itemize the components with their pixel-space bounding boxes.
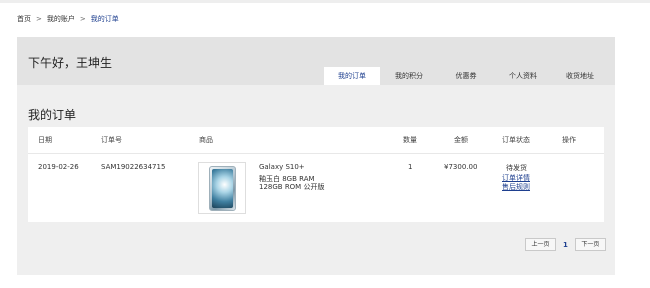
order-quantity: 1 bbox=[408, 163, 413, 171]
order-number: SAM19022634715 bbox=[101, 163, 166, 171]
breadcrumb-separator: > bbox=[36, 15, 42, 23]
product-spec-rom-version: 128GB ROM 公开版 bbox=[259, 183, 325, 191]
order-date: 2019-02-26 bbox=[38, 163, 79, 171]
pagination: 上一页 1 下一页 bbox=[525, 238, 606, 251]
aftersale-rules-link[interactable]: 售后规则 bbox=[502, 182, 530, 192]
orders-section-title: 我的订单 bbox=[28, 108, 77, 122]
header-divider bbox=[28, 153, 604, 154]
breadcrumb-home-link[interactable]: 首页 bbox=[17, 14, 31, 24]
product-name[interactable]: Galaxy S10+ bbox=[259, 163, 305, 171]
phone-image-icon bbox=[209, 166, 236, 211]
order-amount: ¥7300.00 bbox=[444, 163, 478, 171]
tab-addresses[interactable]: 收货地址 bbox=[552, 67, 608, 85]
order-status: 待发货 bbox=[506, 164, 527, 172]
account-tabs: 我的订单 我的积分 优惠券 个人资料 收货地址 bbox=[324, 67, 609, 85]
breadcrumb-current: 我的订单 bbox=[90, 15, 119, 23]
product-thumbnail[interactable] bbox=[198, 162, 246, 214]
breadcrumb: 首页 > 我的账户 > 我的订单 bbox=[17, 14, 119, 24]
column-header-status: 订单状态 bbox=[502, 136, 530, 144]
current-page-number[interactable]: 1 bbox=[563, 241, 568, 249]
column-header-product: 商品 bbox=[199, 136, 213, 144]
column-header-amount: 金额 bbox=[454, 136, 468, 144]
column-header-action: 操作 bbox=[562, 136, 576, 144]
account-header: 下午好，王坤生 我的订单 我的积分 优惠券 个人资料 收货地址 bbox=[17, 37, 615, 85]
breadcrumb-account-link[interactable]: 我的账户 bbox=[47, 14, 75, 24]
top-divider bbox=[0, 0, 650, 3]
orders-table: 日期 订单号 商品 数量 金额 订单状态 操作 2019-02-26 SAM19… bbox=[28, 127, 604, 222]
column-header-order-no: 订单号 bbox=[101, 136, 122, 144]
next-page-button[interactable]: 下一页 bbox=[574, 238, 606, 251]
column-header-date: 日期 bbox=[38, 136, 52, 144]
tab-coupons[interactable]: 优惠券 bbox=[438, 67, 494, 85]
tab-my-orders[interactable]: 我的订单 bbox=[324, 67, 380, 85]
column-header-quantity: 数量 bbox=[403, 136, 417, 144]
breadcrumb-separator: > bbox=[79, 15, 86, 23]
tab-my-points[interactable]: 我的积分 bbox=[381, 67, 437, 85]
tab-profile[interactable]: 个人资料 bbox=[495, 67, 551, 85]
greeting-text: 下午好，王坤生 bbox=[28, 56, 113, 70]
account-panel: 下午好，王坤生 我的订单 我的积分 优惠券 个人资料 收货地址 我的订单 日期 … bbox=[17, 37, 615, 275]
prev-page-button[interactable]: 上一页 bbox=[525, 238, 556, 251]
